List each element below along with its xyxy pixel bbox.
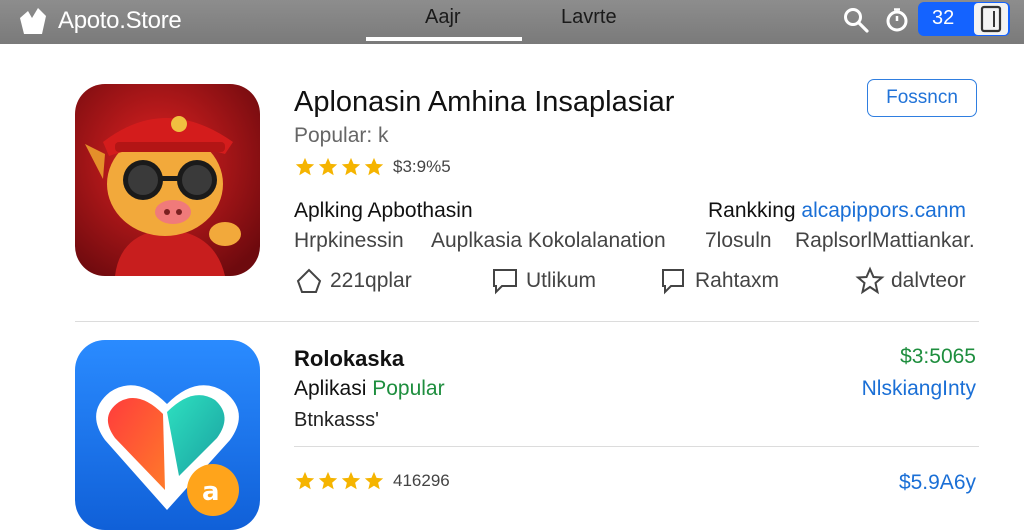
search-icon (844, 8, 869, 33)
open-button[interactable]: Fossncn (867, 79, 977, 117)
app2-subtitle-prefix: Aplikasi (294, 377, 367, 400)
meta-item: RaplsorlMattiankar. (795, 229, 975, 252)
divider (294, 446, 979, 447)
action-star[interactable]: dalvteor (855, 266, 966, 296)
app2-price[interactable]: $3:5065 (900, 345, 976, 369)
timer-button[interactable] (881, 4, 913, 36)
rating-stars (294, 470, 385, 492)
action-home[interactable]: 221qplar (294, 266, 412, 296)
action-label: Utlikum (526, 269, 597, 292)
action-label: 221qplar (330, 269, 412, 292)
active-tab-indicator (366, 37, 522, 41)
brand[interactable]: Apoto.Store (16, 4, 182, 38)
app1-subtitle: Popular: k (294, 124, 389, 147)
search-button[interactable] (840, 4, 872, 36)
star-icon (295, 471, 315, 490)
app1-info-right: Rankking alcapippors.canm (708, 199, 966, 223)
app2-price-secondary[interactable]: $5.9A6y (899, 471, 976, 495)
app1-title[interactable]: Aplonasin Amhina Insaplasiar (294, 86, 674, 119)
action-label: dalvteor (891, 269, 966, 292)
divider (75, 321, 979, 322)
app2-rating-text: 416296 (393, 471, 450, 490)
star-outline-icon (855, 266, 885, 295)
home-icon (296, 268, 322, 293)
star-icon (364, 471, 384, 490)
chat-icon (662, 269, 684, 295)
app2-tag[interactable]: NlskiangInty (862, 377, 976, 401)
star-icon (318, 471, 338, 490)
app2-icon[interactable]: a (75, 340, 260, 530)
badge-count: 32 (932, 7, 955, 29)
tab-aajr[interactable]: Aajr (425, 6, 461, 29)
tablet-icon (974, 3, 1008, 35)
tab-lavrte[interactable]: Lavrte (561, 6, 617, 29)
action-label: Rahtaxm (695, 269, 780, 292)
timer-icon (886, 8, 908, 32)
star-icon (295, 157, 315, 176)
heart-app-icon: a (75, 340, 260, 530)
app2-extra: Btnkasss' (294, 409, 379, 431)
top-bar: Apoto.Store Aajr Lavrte 32 (0, 0, 1024, 44)
meta-item: Hrpkinessin (294, 229, 404, 252)
mascot-icon (75, 84, 260, 276)
rating-stars (294, 156, 385, 178)
star-icon (364, 157, 384, 176)
app2-rating: 416296 (294, 470, 450, 492)
comment-icon (493, 269, 517, 295)
app1-icon[interactable] (75, 84, 260, 276)
meta-item: Auplkasia Kokolalanation (431, 229, 666, 252)
star-icon (341, 157, 361, 176)
brand-name: Apoto.Store (58, 7, 182, 34)
ranking-label: Rankking (708, 199, 796, 222)
star-icon (341, 471, 361, 490)
popular-tag: Popular (372, 377, 445, 400)
app2-title[interactable]: Rolokaska (294, 346, 404, 372)
cart-badge-button[interactable]: 32 (918, 2, 1010, 36)
app2-subtitle: Aplikasi Popular (294, 377, 445, 401)
action-chat[interactable]: Rahtaxm (659, 266, 779, 296)
app1-rating: $3:9%5 (294, 156, 451, 178)
star-icon (318, 157, 338, 176)
svg-text:a: a (202, 477, 220, 507)
meta-item: 7losuln (705, 229, 772, 252)
app1-link[interactable]: alcapippors.canm (801, 199, 966, 222)
store-logo-icon (20, 8, 46, 34)
app1-info-left: Aplking Apbothasin (294, 199, 473, 222)
app1-price: $3:9%5 (393, 157, 451, 176)
action-comment[interactable]: Utlikum (490, 266, 596, 296)
